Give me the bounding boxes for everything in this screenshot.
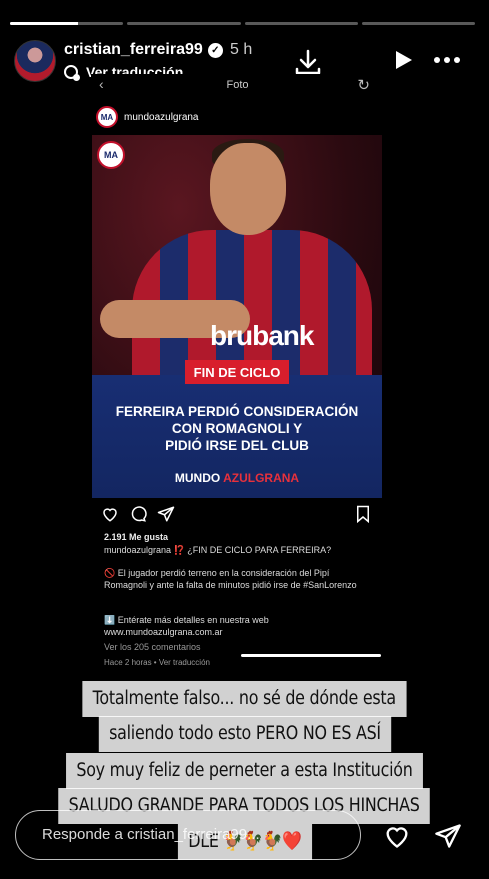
caption: mundoazulgrana ⁉️ ¿FIN DE CICLO PARA FER… — [104, 545, 332, 555]
heart-icon — [101, 505, 119, 528]
verified-badge-icon: ✓ — [207, 42, 223, 58]
more-options-icon[interactable] — [432, 50, 462, 70]
view-comments: Ver los 205 comentarios — [104, 642, 201, 652]
story-image: ‹ Foto ↻ MA mundoazulgrana brubank MA FI… — [91, 74, 384, 672]
embedded-title: Foto — [226, 79, 249, 91]
text-sticker: saliendo todo esto PERO NO ES ASÍ — [0, 716, 489, 752]
download-icon[interactable] — [294, 48, 322, 76]
headline: FERREIRA PERDIÓ CONSIDERACIÓN CON ROMAGN… — [115, 404, 359, 453]
post-actions — [101, 505, 373, 527]
progress-segment — [244, 22, 358, 25]
comment-icon — [129, 505, 147, 528]
player-image — [210, 143, 286, 235]
share-icon — [157, 505, 175, 528]
refresh-icon: ↻ — [357, 77, 370, 94]
jersey-sponsor: brubank — [210, 320, 314, 351]
translate-icon — [64, 65, 80, 81]
headline-tag: FIN DE CICLO — [185, 360, 289, 384]
post-photo: brubank MA FIN DE CICLO FERREIRA PERDIÓ … — [92, 135, 382, 498]
post-meta: Hace 2 horas • Ver traducción — [104, 658, 210, 667]
bookmark-icon — [355, 505, 371, 528]
text-sticker: Soy muy feliz de perneter a esta Institu… — [0, 753, 489, 789]
send-icon[interactable] — [434, 822, 462, 855]
progress-segment — [127, 22, 241, 25]
embedded-topbar: ‹ Foto ↻ — [91, 74, 384, 96]
post-account: MA mundoazulgrana — [96, 106, 199, 128]
like-heart-icon[interactable] — [382, 822, 412, 855]
reply-input[interactable] — [40, 825, 344, 844]
story-progress — [10, 22, 475, 25]
text-sticker: Totalmente falso... no sé de dónde esta — [0, 681, 489, 717]
caption-more: ⬇️ Entérate más detalles en nuestra web — [104, 615, 269, 625]
play-icon[interactable] — [390, 48, 414, 72]
account-name: mundoazulgrana — [124, 111, 199, 123]
mundo-azulgrana-logo: MUNDO AZULGRANA — [174, 471, 300, 485]
likes-count: 2.191 Me gusta — [104, 532, 169, 542]
reply-field[interactable] — [15, 810, 361, 860]
progress-segment — [10, 22, 124, 25]
account-logo-icon: MA — [96, 106, 118, 128]
username-text[interactable]: cristian_ferreira99 — [64, 41, 203, 59]
ma-logo-icon: MA — [97, 141, 125, 169]
progress-segment — [361, 22, 475, 25]
caption-body: 🚫 El jugador perdió terreno en la consid… — [104, 568, 357, 590]
scrollbar — [241, 654, 381, 657]
username[interactable]: cristian_ferreira99 ✓ — [64, 41, 223, 59]
avatar[interactable] — [14, 40, 56, 82]
post-time: 5 h — [230, 41, 253, 58]
caption-link: www.mundoazulgrana.com.ar — [104, 627, 223, 637]
